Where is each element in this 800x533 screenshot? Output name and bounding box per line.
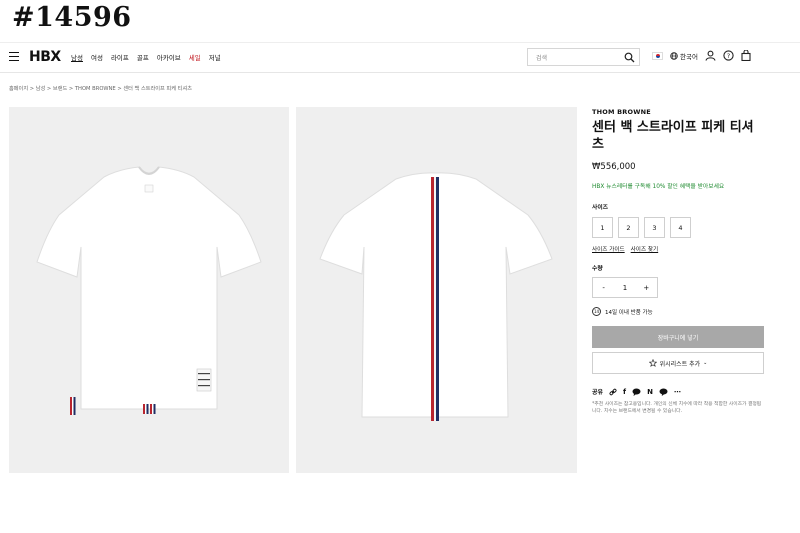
returns-text: 14일 이내 반품 가능 [605,309,653,316]
naver-icon[interactable]: N [647,388,653,396]
share-row: 공유 f N ⋯ [592,387,764,397]
globe-icon [670,51,678,60]
size-option-4[interactable]: 4 [670,217,691,238]
size-label: 사이즈 [592,205,608,211]
nav-item-archive[interactable]: 아카이브 [157,52,181,62]
product-image-front[interactable] [9,107,289,473]
tshirt-back-illustration [319,172,553,421]
product-price: ₩556,000 [592,162,636,172]
tshirt-front-illustration [36,166,262,415]
kakao-icon[interactable] [659,388,668,396]
add-to-cart-button[interactable]: 장바구니에 넣기 [592,326,764,348]
nav-item-journal[interactable]: 저널 [209,52,221,62]
user-icon[interactable] [705,50,716,61]
facebook-icon[interactable]: f [623,388,626,396]
size-options: 1 2 3 4 [592,217,764,238]
nav-item-golf[interactable]: 골프 [137,52,149,62]
menu-icon[interactable] [9,52,19,61]
nav-item-men[interactable]: 남성 [71,52,83,62]
help-icon[interactable]: ? [723,50,734,61]
nav-item-women[interactable]: 여성 [91,52,103,62]
quantity-value[interactable]: 1 [614,278,635,297]
size-option-2[interactable]: 2 [618,217,639,238]
quantity-increase-button[interactable]: + [636,278,657,297]
image-tag: #14596 [12,2,132,33]
size-guide-link[interactable]: 사이즈 가이드 [592,245,625,253]
main-nav: 남성 여성 라이프 골프 아카이브 세일 저널 [71,52,221,62]
more-icon[interactable]: ⋯ [674,388,681,396]
bag-icon[interactable] [741,50,751,61]
size-links: 사이즈 가이드 사이즈 찾기 [592,245,764,253]
top-navigation-bar: HBX 남성 여성 라이프 골프 아카이브 세일 저널 검색 한국어 ? [0,42,800,73]
size-note: *추천 사이즈는 참고용입니다. 개인의 신체 치수에 따라 착용 적합한 사이… [592,402,762,414]
wishlist-label: 위시리스트 추가 [659,360,701,368]
nav-item-life[interactable]: 라이프 [111,52,129,62]
search-input[interactable]: 검색 [527,48,640,66]
korea-flag-icon[interactable] [652,51,663,60]
chevron-down-icon: ⌄ [703,360,708,366]
quantity-label: 수량 [592,266,603,272]
product-title: 센터 백 스트라이프 피케 티셔츠 [592,120,754,152]
add-to-wishlist-button[interactable]: 위시리스트 추가 ⌄ [592,352,764,374]
search-placeholder: 검색 [536,55,548,62]
newsletter-promo[interactable]: HBX 뉴스레터를 구독해 10% 할인 혜택을 받아보세요 [592,181,764,190]
share-label: 공유 [592,389,604,396]
size-option-3[interactable]: 3 [644,217,665,238]
quantity-stepper: - 1 + [592,277,658,298]
quantity-decrease-button[interactable]: - [593,278,614,297]
header-tools: 한국어 ? [652,50,751,61]
svg-text:?: ? [727,52,730,60]
nav-item-sale[interactable]: 세일 [189,52,201,62]
search-icon[interactable] [624,52,635,63]
size-finder-link[interactable]: 사이즈 찾기 [631,245,659,253]
size-option-1[interactable]: 1 [592,217,613,238]
brand-name[interactable]: THOM BROWNE [592,108,764,116]
hbx-logo[interactable]: HBX [29,49,61,65]
return-days-icon: 14 [592,307,601,316]
message-icon[interactable] [632,388,641,396]
product-image-back[interactable] [296,107,577,473]
star-icon [648,359,657,367]
language-selector[interactable]: 한국어 [670,51,698,61]
returns-info: 14 14일 이내 반품 가능 [592,307,764,316]
product-info-panel: THOM BROWNE 센터 백 스트라이프 피케 티셔츠 ₩556,000 H… [592,108,764,415]
link-icon[interactable] [609,388,617,396]
breadcrumb[interactable]: 홈페이지 > 남성 > 브랜드 > THOM BROWNE > 센터 백 스트라… [9,85,192,92]
language-label: 한국어 [680,52,698,61]
